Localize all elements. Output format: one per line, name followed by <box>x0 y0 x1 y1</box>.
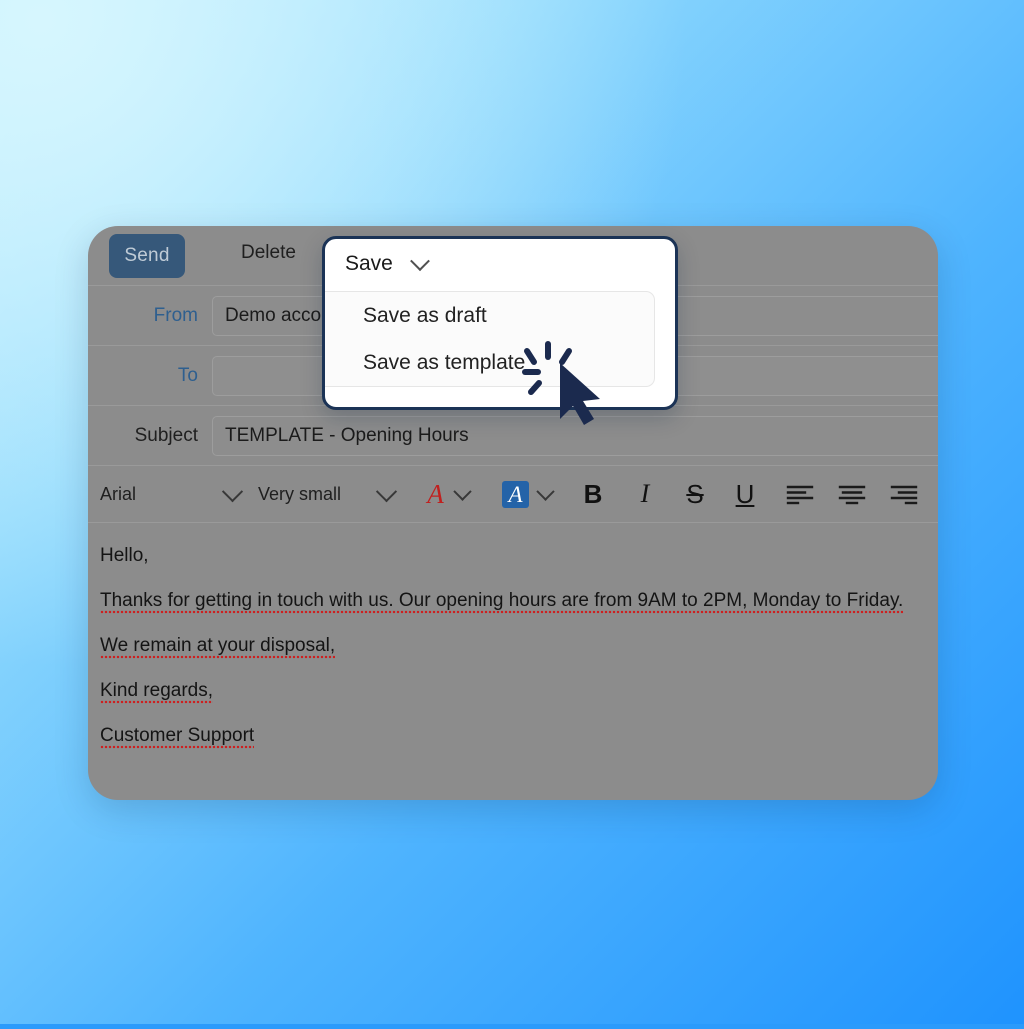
body-line: Hello, <box>100 545 938 567</box>
underline-button[interactable]: U <box>720 466 770 522</box>
strikethrough-button[interactable]: S <box>670 466 720 522</box>
save-dropdown-trigger[interactable]: Save <box>325 239 675 289</box>
highlight-color-button[interactable]: A <box>488 466 566 522</box>
underline-icon: U <box>735 478 755 509</box>
menu-item-save-as-template[interactable]: Save as template <box>325 339 654 386</box>
save-dropdown: Save Save as draft Save as template <box>322 236 678 410</box>
body-line: Kind regards, <box>100 680 938 704</box>
subject-label: Subject <box>134 424 198 446</box>
chevron-down-icon <box>409 251 430 272</box>
body-line-text: Hello, <box>100 545 149 566</box>
body-line: We remain at your disposal, <box>100 635 938 659</box>
font-color-button[interactable]: A <box>408 466 488 522</box>
formatting-toolbar: Arial Very small A A B I S U <box>88 466 938 523</box>
send-button[interactable]: Send <box>109 234 185 278</box>
menu-item-label: Save as draft <box>363 303 487 327</box>
menu-item-save-as-draft[interactable]: Save as draft <box>325 292 654 339</box>
subject-value: TEMPLATE - Opening Hours <box>225 425 469 446</box>
italic-icon: I <box>640 479 650 508</box>
italic-button[interactable]: I <box>620 466 670 522</box>
chevron-down-icon <box>375 480 398 502</box>
highlight-icon: A <box>502 480 529 508</box>
field-row-subject: Subject TEMPLATE - Opening Hours <box>88 406 938 466</box>
screen: Send Delete From Demo account To Subject… <box>0 0 1024 1024</box>
save-dropdown-menu: Save as draft Save as template <box>325 291 655 387</box>
menu-item-label: Save as template <box>363 350 526 374</box>
send-button-label: Send <box>124 245 170 266</box>
align-left-button[interactable] <box>774 466 826 522</box>
to-label: To <box>177 364 198 386</box>
body-line: Customer Support <box>100 725 938 749</box>
font-color-icon: A <box>427 478 444 509</box>
body-line: Thanks for getting in touch with us. Our… <box>100 590 938 614</box>
chevron-down-icon <box>453 481 472 501</box>
body-line-text: Thanks for getting in touch with us. Our… <box>100 590 904 614</box>
body-line-text: Customer Support <box>100 725 255 749</box>
align-left-icon <box>786 485 814 505</box>
body-line-text: Kind regards, <box>100 680 214 704</box>
font-family-select[interactable]: Arial <box>88 466 258 522</box>
message-body[interactable]: Hello, Thanks for getting in touch with … <box>88 523 938 749</box>
bold-icon: B <box>583 478 603 509</box>
font-size-value: Very small <box>258 483 342 504</box>
strikethrough-icon: S <box>686 478 704 509</box>
align-center-button[interactable] <box>826 466 878 522</box>
subject-input[interactable]: TEMPLATE - Opening Hours <box>212 416 938 456</box>
bold-button[interactable]: B <box>566 466 620 522</box>
from-label: From <box>153 304 198 326</box>
font-family-value: Arial <box>100 483 137 504</box>
body-line-text: We remain at your disposal, <box>100 635 336 659</box>
delete-button[interactable]: Delete <box>241 242 296 264</box>
save-dropdown-label: Save <box>345 252 393 275</box>
chevron-down-icon <box>536 481 555 501</box>
align-center-icon <box>838 485 866 505</box>
chevron-down-icon <box>221 480 244 502</box>
align-right-button[interactable] <box>878 466 930 522</box>
delete-button-label: Delete <box>241 242 296 263</box>
align-right-icon <box>890 485 918 505</box>
font-size-select[interactable]: Very small <box>258 466 408 522</box>
